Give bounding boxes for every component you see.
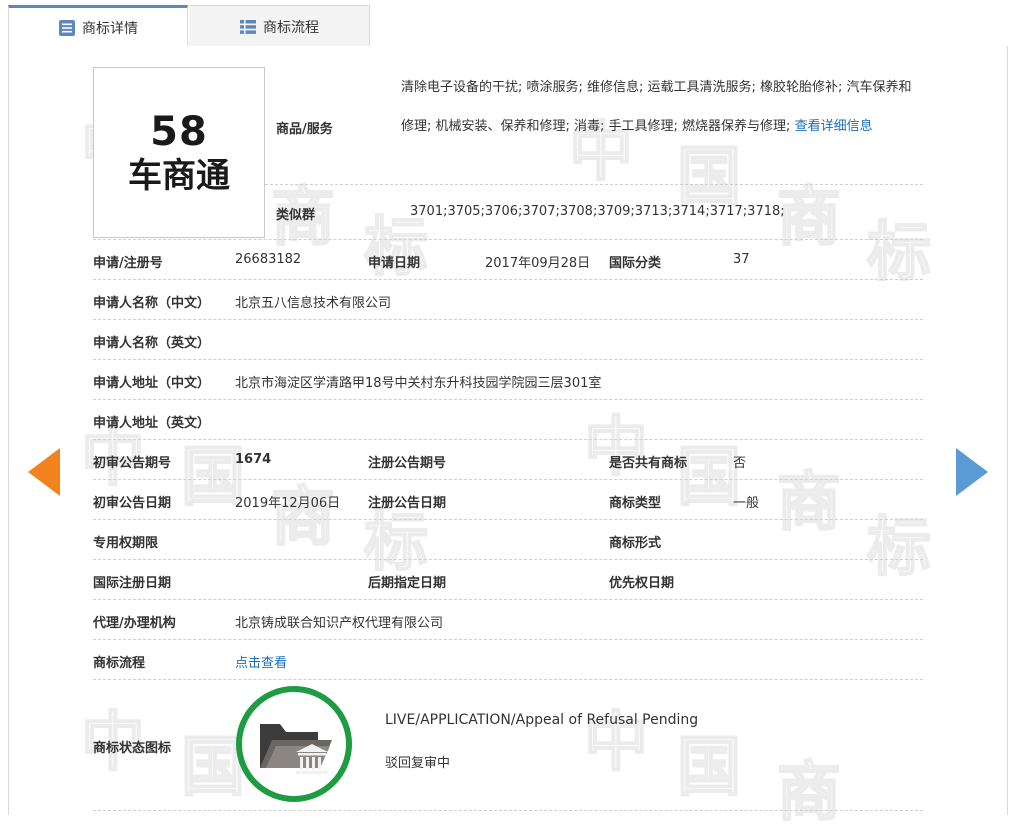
prelim-date-value: 2019年12月06日 <box>235 496 341 511</box>
reg-issue-label: 注册公告期号 <box>368 456 447 471</box>
agent-value: 北京铸成联合知识产权代理有限公司 <box>235 616 444 631</box>
row-divider <box>93 559 923 560</box>
priority-date-label: 优先权日期 <box>609 576 675 591</box>
row-divider <box>93 359 923 360</box>
row-divider <box>93 519 923 520</box>
agent-label: 代理/办理机构 <box>93 616 176 631</box>
prelim-issue-value: 1674 <box>235 452 272 467</box>
tab-trademark-details[interactable]: 商标详情 <box>8 5 188 48</box>
trademark-logo-text: 车商通 <box>128 155 230 196</box>
watermark-char: 国 <box>676 731 742 805</box>
document-list-icon <box>58 19 76 37</box>
status-chinese: 驳回复审中 <box>385 756 451 771</box>
status-icon-badge <box>236 686 352 802</box>
mark-type-label: 商标类型 <box>609 496 662 511</box>
prelim-issue-label: 初审公告期号 <box>93 456 172 471</box>
process-label: 商标流程 <box>93 656 146 671</box>
mark-type-value: 一般 <box>733 496 760 511</box>
status-icon-label: 商标状态图标 <box>93 741 172 756</box>
intl-class-label: 国际分类 <box>609 256 662 271</box>
watermark-char: 标 <box>866 216 932 290</box>
list-grid-icon <box>239 18 257 36</box>
row-divider <box>93 639 923 640</box>
watermark-char: 商 <box>776 181 842 255</box>
folder-courthouse-icon <box>260 724 332 774</box>
trademark-image: 58 车商通 <box>93 67 265 238</box>
goods-services-label: 商品/服务 <box>276 122 333 137</box>
row-divider <box>93 279 923 280</box>
shared-mark-value: 否 <box>733 456 747 471</box>
tab-label: 商标详情 <box>82 21 138 37</box>
reg-no-value: 26683182 <box>235 252 302 267</box>
row-divider <box>93 319 923 320</box>
intl-class-value: 37 <box>733 252 750 267</box>
apply-date-label: 申请日期 <box>368 256 421 271</box>
watermark-char: 标 <box>866 511 932 585</box>
later-designation-label: 后期指定日期 <box>368 576 447 591</box>
reg-date-label: 注册公告日期 <box>368 496 447 511</box>
watermark-char: 国 <box>676 141 742 215</box>
tab-trademark-flow[interactable]: 商标流程 <box>189 5 370 47</box>
row-divider <box>93 479 923 480</box>
similar-group-value: 3701;3705;3706;3707;3708;3709;3713;3714;… <box>410 204 785 219</box>
row-divider <box>93 810 923 811</box>
goods-services-value: 清除电子设备的干扰; 喷涂服务; 维修信息; 运载工具清洗服务; 橡胶轮胎修补;… <box>401 68 919 146</box>
row-divider <box>93 399 923 400</box>
prelim-date-label: 初审公告日期 <box>93 496 172 511</box>
watermark-char: 商 <box>776 466 842 540</box>
arrow-left-icon[interactable] <box>28 448 60 496</box>
watermark-char: 商 <box>776 756 842 830</box>
apply-date-value: 2017年09月28日 <box>485 256 591 271</box>
row-divider <box>93 439 923 440</box>
intl-reg-date-label: 国际注册日期 <box>93 576 172 591</box>
watermark-char: 标 <box>363 506 429 580</box>
shared-mark-label: 是否共有商标 <box>609 456 688 471</box>
reg-no-label: 申请/注册号 <box>93 256 163 271</box>
tab-label: 商标流程 <box>263 19 319 36</box>
applicant-cn-label: 申请人名称（中文） <box>93 296 211 311</box>
arrow-right-icon[interactable] <box>956 448 988 496</box>
status-english: LIVE/APPLICATION/Appeal of Refusal Pendi… <box>385 712 699 728</box>
applicant-en-label: 申请人名称（英文） <box>93 336 211 351</box>
exclusive-period-label: 专用权期限 <box>93 536 159 551</box>
view-process-link[interactable]: 点击查看 <box>235 652 287 671</box>
address-en-label: 申请人地址（英文） <box>93 416 211 431</box>
applicant-cn-value: 北京五八信息技术有限公司 <box>235 296 392 311</box>
row-divider <box>265 184 923 185</box>
address-cn-label: 申请人地址（中文） <box>93 376 211 391</box>
mark-form-label: 商标形式 <box>609 536 662 551</box>
address-cn-value: 北京市海淀区学清路甲18号中关村东升科技园学院园三层301室 <box>235 376 602 391</box>
row-divider <box>93 679 923 680</box>
tab-bar: 商标详情 商标流程 <box>8 5 1008 48</box>
similar-group-label: 类似群 <box>276 208 316 223</box>
row-divider <box>93 599 923 600</box>
view-details-link[interactable]: 查看详细信息 <box>795 119 873 134</box>
row-divider <box>93 239 923 240</box>
trademark-logo-number: 58 <box>150 108 208 155</box>
